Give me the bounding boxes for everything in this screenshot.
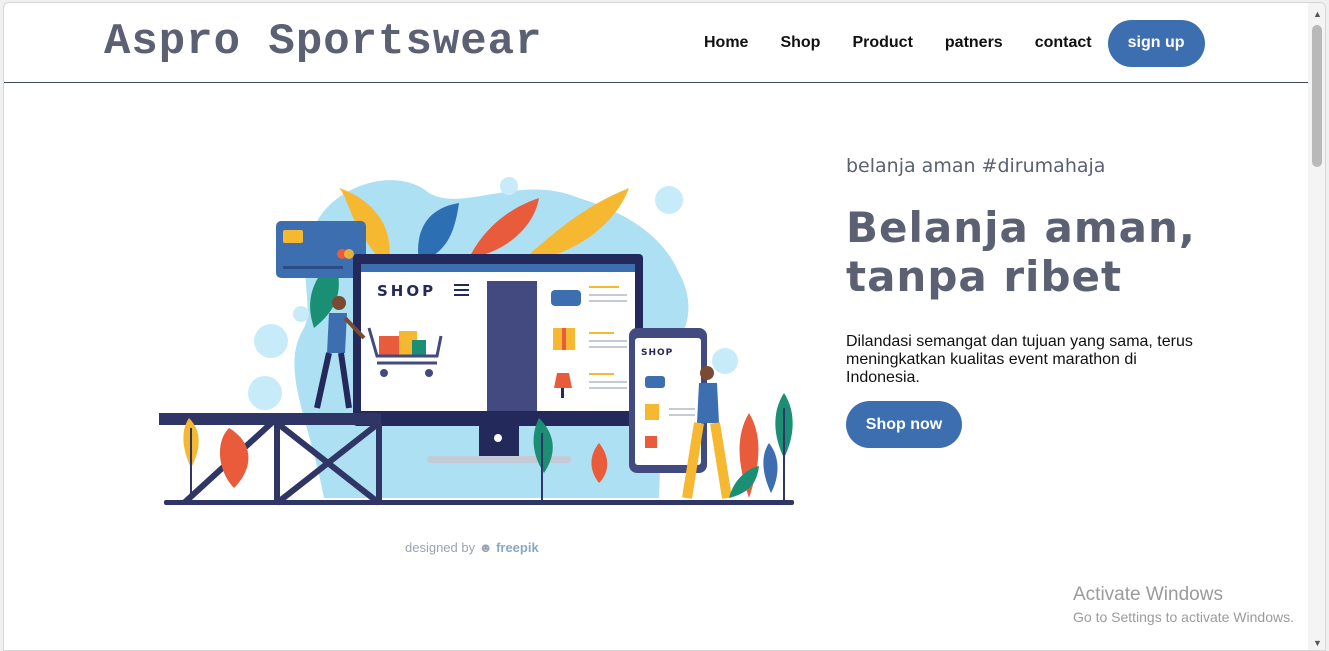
credit-card-icon: [276, 221, 366, 278]
bubble: [248, 376, 282, 410]
hero-description: Dilandasi semangat dan tujuan yang sama,…: [846, 333, 1193, 386]
shop-now-button[interactable]: Shop now: [846, 401, 962, 448]
watermark-subtitle: Go to Settings to activate Windows.: [1073, 609, 1294, 625]
bubble: [500, 177, 518, 195]
nav-shop[interactable]: Shop: [780, 34, 820, 52]
bubble: [293, 306, 309, 322]
bubble: [655, 186, 683, 214]
menu-icon: [454, 284, 469, 296]
bubble: [712, 348, 738, 374]
signup-button[interactable]: sign up: [1107, 19, 1205, 67]
site-logo[interactable]: Aspro Sportswear: [104, 17, 542, 67]
watermark-title: Activate Windows: [1073, 584, 1223, 605]
main-nav: Home Shop Product patners contact sign u…: [704, 19, 1205, 67]
screen-shop-label: SHOP: [377, 282, 436, 300]
scroll-up-arrow-icon[interactable]: ▲: [1308, 5, 1325, 23]
hero-illustration: SHOP SHOP: [159, 177, 794, 506]
scrollbar-thumb[interactable]: [1312, 25, 1322, 167]
activate-windows-watermark: Activate Windows Go to Settings to activ…: [1073, 583, 1294, 627]
image-credit: designed by ☻ freepik: [405, 540, 539, 555]
nav-product[interactable]: Product: [852, 34, 912, 52]
hero-kicker: belanja aman #dirumahaja: [846, 155, 1106, 177]
nav-partners[interactable]: patners: [945, 34, 1003, 52]
scroll-down-arrow-icon[interactable]: ▼: [1308, 634, 1325, 650]
freepik-icon: ☻: [478, 540, 493, 555]
browser-viewport: Aspro Sportswear Home Shop Product patne…: [3, 2, 1326, 651]
site-header: Aspro Sportswear Home Shop Product patne…: [4, 3, 1308, 83]
bubble: [254, 324, 288, 358]
nav-home[interactable]: Home: [704, 34, 748, 52]
credit-brand: freepik: [496, 540, 539, 555]
ground-line: [164, 500, 794, 505]
phone-shop-label: SHOP: [641, 348, 673, 358]
vertical-scrollbar[interactable]: ▲ ▼: [1308, 3, 1325, 650]
credit-prefix: designed by: [405, 540, 476, 555]
hero-headline: Belanja aman, tanpa ribet: [846, 203, 1196, 301]
nav-contact[interactable]: contact: [1035, 34, 1092, 52]
